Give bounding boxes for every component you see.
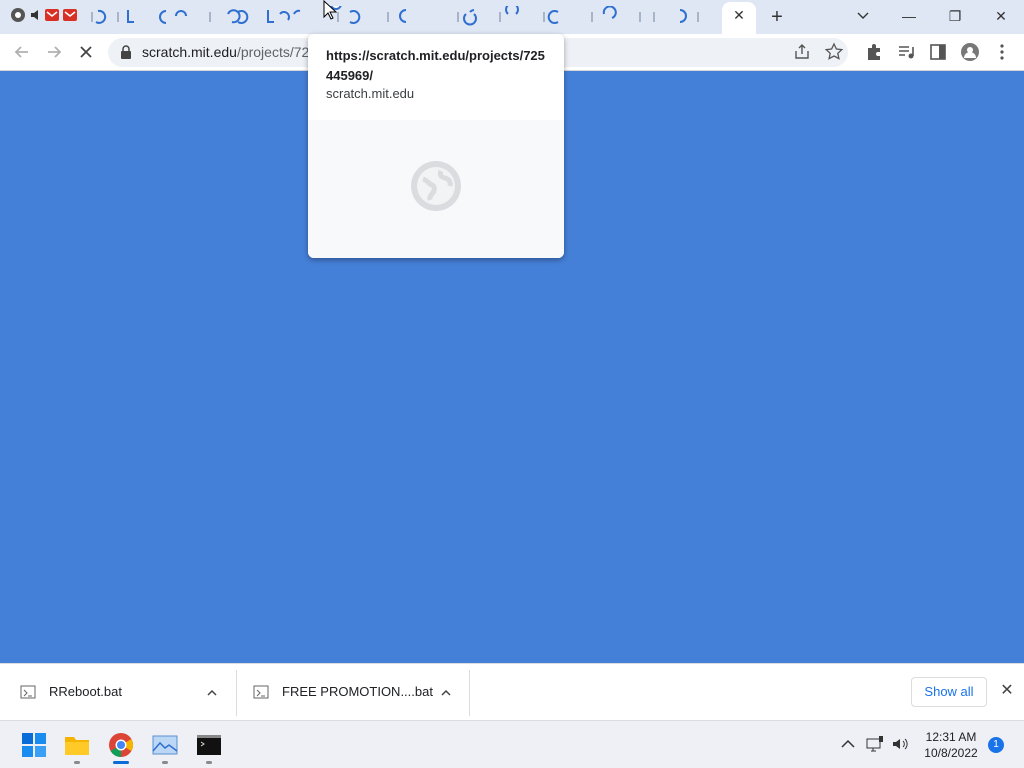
share-icon[interactable] xyxy=(792,42,812,62)
photos-app-icon[interactable] xyxy=(151,731,179,759)
gmail-favicon-icon-2[interactable] xyxy=(62,7,78,23)
close-tab-icon[interactable]: ✕ xyxy=(732,8,746,22)
restore-button[interactable]: ❐ xyxy=(940,4,970,28)
extensions-puzzle-icon[interactable] xyxy=(864,42,884,62)
download-item[interactable]: RReboot.bat xyxy=(0,664,236,721)
show-all-downloads-button[interactable]: Show all xyxy=(911,677,987,707)
command-prompt-icon[interactable] xyxy=(195,731,223,759)
active-indicator xyxy=(113,761,129,764)
media-control-icon[interactable] xyxy=(896,42,916,62)
tab-search-chevron-icon[interactable] xyxy=(848,4,878,28)
download-item[interactable]: FREE PROMOTION....bat xyxy=(237,664,469,721)
url-domain: scratch.mit.edu xyxy=(142,44,237,60)
chrome-favicon-icon[interactable] xyxy=(10,7,26,23)
menu-kebab-icon[interactable] xyxy=(992,42,1012,62)
new-tab-button[interactable]: + xyxy=(766,6,788,28)
system-clock[interactable]: 12:31 AM 10/8/2022 xyxy=(918,729,984,761)
download-shelf: RReboot.bat FREE PROMOTION....bat Show a… xyxy=(0,663,1024,720)
chrome-taskbar-icon[interactable] xyxy=(107,731,135,759)
volume-icon[interactable] xyxy=(891,735,909,753)
close-download-shelf-button[interactable]: ✕ xyxy=(998,682,1016,700)
forward-button-icon[interactable] xyxy=(42,40,66,64)
globe-icon xyxy=(411,161,461,211)
gmail-favicon-icon[interactable] xyxy=(44,7,60,23)
loading-tabs-strip[interactable] xyxy=(88,6,718,28)
notification-badge[interactable]: 1 xyxy=(988,737,1004,753)
clock-date: 10/8/2022 xyxy=(924,746,978,760)
bookmark-star-icon[interactable] xyxy=(824,42,844,62)
batch-file-icon xyxy=(253,685,269,699)
chevron-up-icon[interactable] xyxy=(205,686,219,700)
tab-strip xyxy=(0,0,760,34)
hover-card-domain: scratch.mit.edu xyxy=(326,86,415,101)
network-icon[interactable] xyxy=(866,735,884,753)
download-separator xyxy=(469,670,470,716)
close-window-button[interactable]: ✕ xyxy=(986,4,1016,28)
download-filename: RReboot.bat xyxy=(49,684,122,699)
hover-card-preview xyxy=(308,120,564,258)
speaker-icon[interactable] xyxy=(28,7,44,23)
tab-bar: ✕ + — ❐ ✕ xyxy=(0,0,1024,34)
show-hidden-icons-chevron-icon[interactable] xyxy=(839,735,857,753)
url-path: /projects/72 xyxy=(236,44,310,60)
windows-taskbar: 12:31 AM 10/8/2022 1 xyxy=(0,720,1024,768)
profile-avatar-icon[interactable] xyxy=(960,42,980,62)
hover-card-title: https://scratch.mit.edu/projects/7254459… xyxy=(326,48,545,83)
lock-icon[interactable] xyxy=(120,45,132,59)
download-filename: FREE PROMOTION....bat xyxy=(282,684,433,699)
url-text[interactable]: scratch.mit.edu/projects/72 xyxy=(142,44,309,60)
mouse-cursor-icon xyxy=(323,0,337,20)
windows-start-icon[interactable] xyxy=(20,731,48,759)
side-panel-icon[interactable] xyxy=(928,42,948,62)
running-indicator xyxy=(74,761,80,764)
running-indicator xyxy=(206,761,212,764)
back-button-icon[interactable] xyxy=(10,40,34,64)
clock-time: 12:31 AM xyxy=(925,730,977,744)
batch-file-icon xyxy=(20,685,36,699)
minimize-button[interactable]: — xyxy=(894,4,924,28)
file-explorer-icon[interactable] xyxy=(63,731,91,759)
running-indicator xyxy=(162,761,168,764)
chevron-up-icon[interactable] xyxy=(439,686,453,700)
tab-hover-card: https://scratch.mit.edu/projects/7254459… xyxy=(308,34,564,258)
stop-loading-icon[interactable] xyxy=(74,40,98,64)
